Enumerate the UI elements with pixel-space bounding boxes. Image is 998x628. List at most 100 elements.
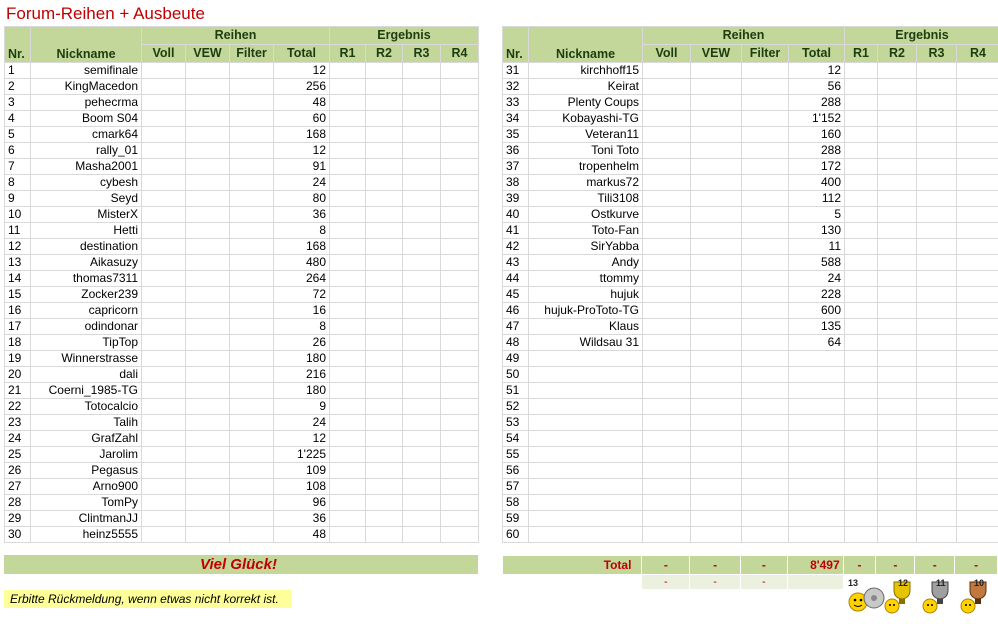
row-voll [642, 78, 691, 95]
table-row: 49 [502, 350, 998, 367]
row-r1 [329, 478, 366, 495]
table-row: 53 [502, 414, 998, 431]
row-vew [185, 110, 230, 127]
row-total: 91 [273, 158, 330, 175]
row-r4 [956, 62, 998, 79]
row-total: 56 [788, 78, 845, 95]
row-r2 [365, 286, 403, 303]
row-total: 264 [273, 270, 330, 287]
row-r1 [329, 366, 366, 383]
row-nickname: Ostkurve [528, 206, 643, 223]
row-r1 [844, 414, 878, 431]
row-r4 [440, 174, 479, 191]
row-r3 [916, 446, 957, 463]
row-nickname: Toto-Fan [528, 222, 643, 239]
row-vew [690, 62, 742, 79]
row-r1 [329, 494, 366, 511]
table-row: 36 Toni Toto 288 [502, 142, 998, 159]
row-vew [690, 174, 742, 191]
row-r2 [877, 190, 917, 207]
row-nr: 56 [502, 462, 529, 479]
row-r3 [402, 462, 441, 479]
row-total: 216 [273, 366, 330, 383]
row-nr: 21 [4, 382, 31, 399]
total-filter: - [739, 555, 788, 575]
row-voll [642, 350, 691, 367]
table-row: 43 Andy 588 [502, 254, 998, 271]
row-nickname: Klaus [528, 318, 643, 335]
row-r4 [956, 526, 998, 543]
row-nickname [528, 510, 643, 527]
row-r2 [365, 254, 403, 271]
table-row: 14 thomas7311 264 [4, 270, 479, 287]
row-r1 [329, 174, 366, 191]
row-nr: 2 [4, 78, 31, 95]
row-total: 400 [788, 174, 845, 191]
table-row: 44 ttommy 24 [502, 270, 998, 287]
row-filter [229, 430, 274, 447]
col-header-r4: R4 [956, 44, 998, 63]
row-r1 [329, 222, 366, 239]
row-total: 26 [273, 334, 330, 351]
row-vew [185, 478, 230, 495]
row-nickname: MisterX [30, 206, 142, 223]
row-nickname: Boom S04 [30, 110, 142, 127]
table-row: 12 destination 168 [4, 238, 479, 255]
row-r1 [844, 350, 878, 367]
row-nr: 3 [4, 94, 31, 111]
row-total [788, 494, 845, 511]
row-r2 [877, 126, 917, 143]
row-r4 [956, 302, 998, 319]
row-vew [185, 398, 230, 415]
row-nr: 28 [4, 494, 31, 511]
row-voll [642, 318, 691, 335]
row-nr: 49 [502, 350, 529, 367]
row-r4 [440, 430, 479, 447]
row-r1 [844, 206, 878, 223]
row-r2 [877, 78, 917, 95]
row-nickname [528, 366, 643, 383]
table-row: 55 [502, 446, 998, 463]
row-r1 [844, 382, 878, 399]
row-filter [229, 494, 274, 511]
row-r3 [402, 478, 441, 495]
row-r3 [402, 334, 441, 351]
row-r1 [844, 126, 878, 143]
row-r4 [440, 510, 479, 527]
row-r4 [956, 190, 998, 207]
row-vew [185, 286, 230, 303]
row-r2 [365, 414, 403, 431]
row-voll [141, 126, 186, 143]
row-total: 9 [273, 398, 330, 415]
row-r1 [329, 318, 366, 335]
table-row: 39 Tili3108 112 [502, 190, 998, 207]
row-r1 [329, 302, 366, 319]
row-r2 [365, 398, 403, 415]
row-nickname: Seyd [30, 190, 142, 207]
table-row: 17 odindonar 8 [4, 318, 479, 335]
row-r3 [916, 270, 957, 287]
row-r2 [877, 206, 917, 223]
row-total: 24 [788, 270, 845, 287]
row-r3 [402, 366, 441, 383]
row-r3 [402, 286, 441, 303]
row-nr: 27 [4, 478, 31, 495]
row-nickname: markus72 [528, 174, 643, 191]
table-row: 32 Keirat 56 [502, 78, 998, 95]
row-r2 [365, 478, 403, 495]
row-voll [642, 334, 691, 351]
row-voll [141, 238, 186, 255]
row-r2 [365, 62, 403, 79]
row-nr: 60 [502, 526, 529, 543]
row-nr: 7 [4, 158, 31, 175]
row-r4 [440, 62, 479, 79]
row-r4 [440, 414, 479, 431]
row-voll [141, 142, 186, 159]
row-total: 180 [273, 382, 330, 399]
row-r1 [329, 510, 366, 527]
row-filter [741, 94, 789, 111]
row-vew [690, 142, 742, 159]
row-voll [642, 398, 691, 415]
row-r3 [402, 110, 441, 127]
table-row: 19 Winnerstrasse 180 [4, 350, 479, 367]
